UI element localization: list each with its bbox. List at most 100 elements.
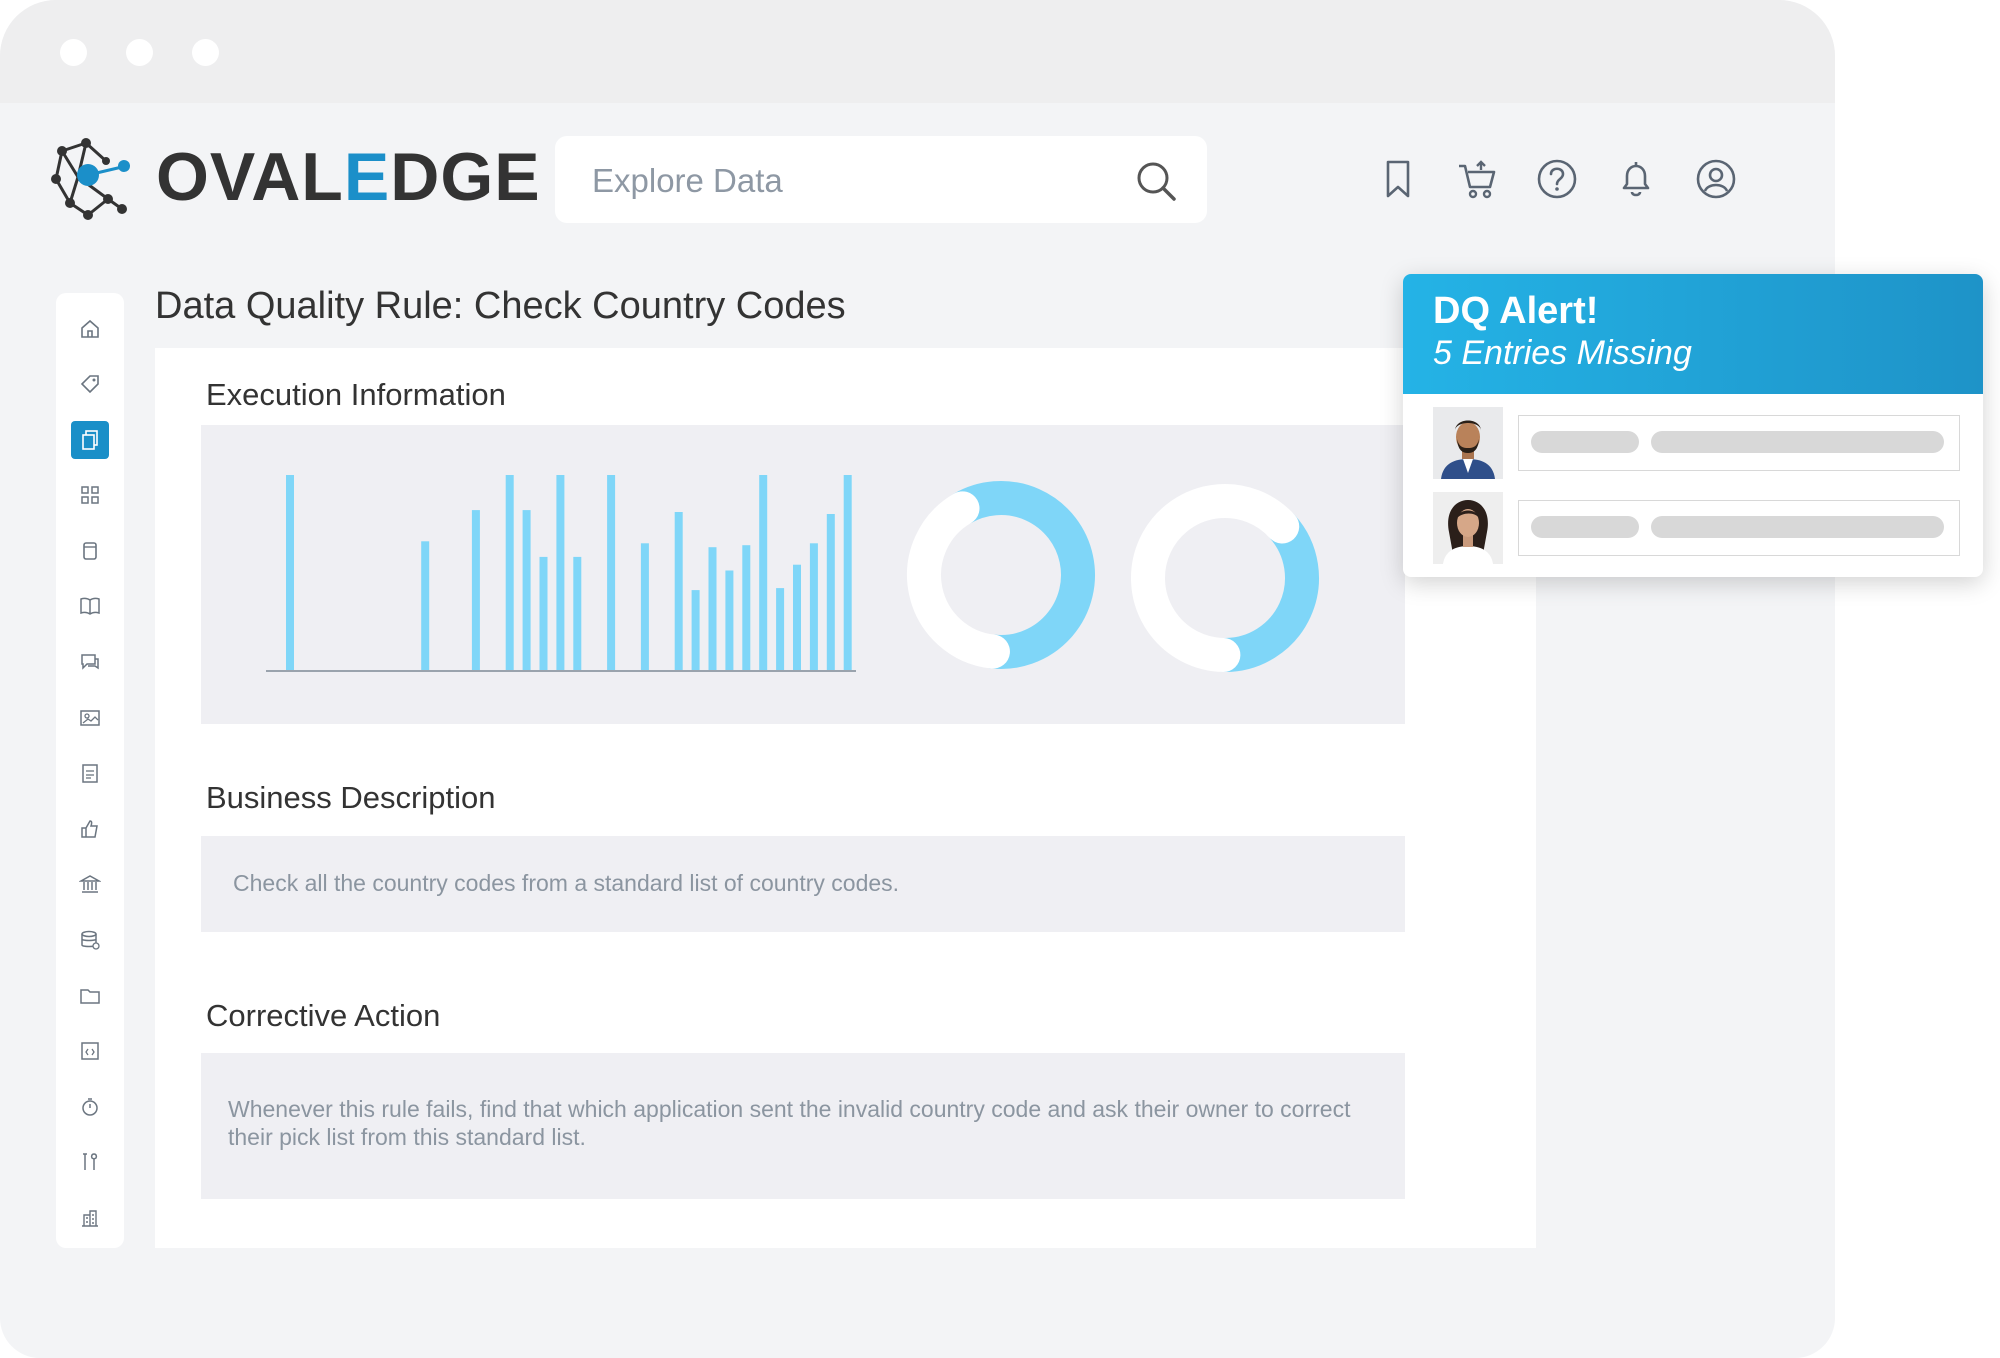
chart-bar [742,545,751,670]
thumb-icon [81,820,98,838]
cart-icon[interactable] [1455,157,1499,201]
execution-donut-chart-2 [1131,484,1319,672]
folder-icon [80,989,100,1004]
chart-bar [674,512,683,670]
sidebar-item-jobs[interactable] [71,1088,109,1126]
book-icon [80,597,100,615]
search-input[interactable] [590,136,1114,225]
chart-bar [708,547,717,670]
woman-avatar [1433,492,1503,564]
chart-bar [725,570,734,670]
window-minimize-dot[interactable] [126,39,153,66]
chart-bar [826,514,835,670]
chart-bar [556,475,565,670]
grid-icon [81,486,99,504]
sidebar-item-database[interactable] [71,921,109,959]
donut-segment [1206,509,1319,672]
sidebar-item-folder[interactable] [71,977,109,1015]
search-bar [555,136,1207,225]
corrective-action-text: Whenever this rule fails, find that whic… [201,1053,1405,1199]
corrective-action-title: Corrective Action [206,998,441,1033]
chart-bar [522,510,531,670]
chart-bar [286,475,294,670]
brand-logo[interactable]: OVALEDGE [48,133,541,221]
logo-mark-icon [51,138,130,220]
user-icon[interactable] [1694,157,1738,201]
sidebar-item-book[interactable] [71,587,109,625]
file-icon [83,542,97,560]
chart-bar [471,510,480,670]
donut-segment [907,491,1010,669]
entry-field[interactable] [1518,500,1960,556]
app-window: OVALEDGE Explore Data Data Quality Rule:… [0,0,1835,1358]
sidebar-item-image[interactable] [71,699,109,737]
sidebar-item-home[interactable] [71,310,109,348]
chart-bar [640,543,649,671]
chat-icon [81,654,99,670]
sidebar-item-checklist[interactable] [71,754,109,792]
home-icon [81,319,99,338]
page-title: Data Quality Rule: Check Country Codes [155,285,846,327]
sidebar-item-file[interactable] [71,532,109,570]
dq-alert-title: DQ Alert! [1433,290,1599,332]
brand-name: OVALEDGE [156,139,541,215]
chart-bar [809,543,818,671]
code-icon [81,1042,99,1060]
sidebar-item-tags[interactable] [71,365,109,403]
rule-details-panel: Execution Information Business Descripti… [155,348,1536,1248]
chart-bar [421,541,430,670]
entry-field[interactable] [1518,415,1960,471]
business-description-text: Check all the country codes from a stand… [201,836,1405,932]
chart-bar [607,475,616,670]
chart-bar [759,475,768,670]
man-avatar [1433,407,1503,479]
image-icon [80,710,100,726]
business-description-title: Business Description [206,780,496,815]
sidebar-item-endorse[interactable] [71,810,109,848]
placeholder-pill [1531,516,1639,538]
sidebar-item-organization[interactable] [71,1199,109,1237]
execution-donut-chart-1 [907,481,1095,669]
sidebar-item-code[interactable] [71,1032,109,1070]
timer-icon [82,1098,98,1116]
sidebar [56,293,124,1248]
documents-icon [82,430,98,450]
dq-alert-subtitle: 5 Entries Missing [1433,334,1692,372]
bookmark-icon[interactable] [1376,157,1420,201]
checklist-icon [82,764,98,783]
placeholder-pill [1651,516,1944,538]
alert-entry[interactable] [1433,492,1978,564]
sidebar-item-documents[interactable] [71,421,109,459]
alert-entry[interactable] [1433,407,1978,479]
execution-chart-panel [201,425,1405,724]
chart-bar [776,588,785,670]
placeholder-pill [1531,431,1639,453]
placeholder-pill [1651,431,1944,453]
database-icon [81,930,100,950]
building-icon [82,1210,98,1227]
execution-info-title: Execution Information [206,377,506,412]
sidebar-item-tools[interactable] [71,1143,109,1181]
window-maximize-dot[interactable] [192,39,219,66]
dq-alert-card[interactable]: DQ Alert! 5 Entries Missing [1403,274,1983,577]
chart-bar [505,475,514,670]
donut-segment [945,481,1095,669]
window-close-dot[interactable] [60,39,87,66]
title-bar [0,0,1835,103]
sidebar-item-grid[interactable] [71,476,109,514]
chart-bar [539,556,548,670]
bank-icon [79,875,101,893]
tools-icon [83,1153,98,1170]
chart-bar [843,475,852,670]
sidebar-item-chat[interactable] [71,643,109,681]
help-icon[interactable] [1535,157,1579,201]
chart-bar [573,556,582,670]
search-icon[interactable] [1135,160,1177,202]
bell-icon[interactable] [1614,157,1658,201]
tag-icon [80,375,99,394]
sidebar-item-governance[interactable] [71,865,109,903]
chart-bar [793,564,801,670]
dq-alert-header: DQ Alert! 5 Entries Missing [1403,274,1983,394]
chart-bar [691,590,700,670]
execution-bar-chart [266,475,856,672]
